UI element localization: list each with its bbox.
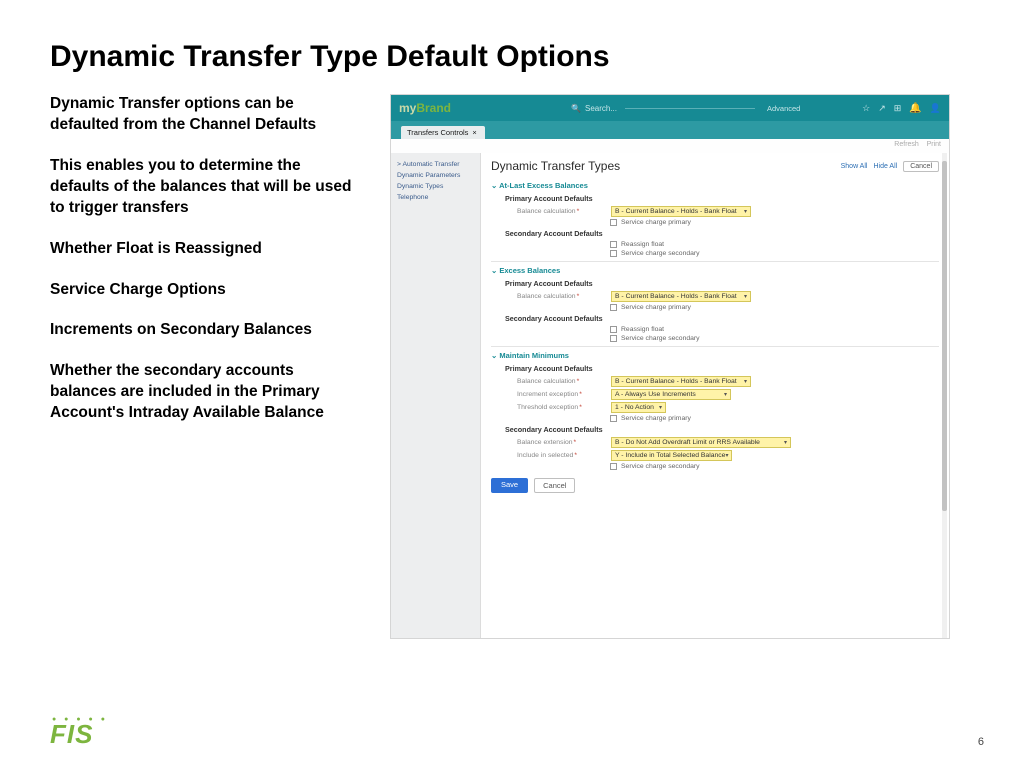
threshold-exception-select[interactable]: 1 - No Action▾	[611, 402, 666, 413]
search-box[interactable]: 🔍 Search...	[571, 104, 755, 113]
sidebar: > Automatic Transfer Dynamic Parameters …	[391, 153, 481, 638]
balance-calc-label: Balance calculation	[517, 293, 605, 300]
increment-exception-select[interactable]: A - Always Use Increments▾	[611, 389, 731, 400]
checkbox[interactable]	[610, 335, 617, 342]
cancel-button-top[interactable]: Cancel	[903, 161, 939, 172]
secondary-defaults-heading: Secondary Account Defaults	[505, 229, 939, 238]
bullet-column: Dynamic Transfer options can be defaulte…	[50, 94, 360, 639]
chevron-down-icon: ▾	[744, 378, 747, 385]
checkbox[interactable]	[610, 219, 617, 226]
show-all-link[interactable]: Show All	[841, 163, 868, 170]
balance-calc-select[interactable]: B - Current Balance - Holds - Bank Float…	[611, 376, 751, 387]
hide-all-link[interactable]: Hide All	[873, 163, 897, 170]
sidebar-item-telephone[interactable]: Telephone	[397, 192, 474, 203]
page-number: 6	[978, 736, 984, 748]
close-icon[interactable]: ×	[472, 128, 476, 137]
bullet-4: Service Charge Options	[50, 280, 360, 301]
tab-transfers-controls[interactable]: Transfers Controls ×	[401, 126, 485, 139]
advanced-link[interactable]: Advanced	[767, 104, 800, 113]
cancel-button[interactable]: Cancel	[534, 478, 575, 493]
checkbox[interactable]	[610, 326, 617, 333]
balance-calc-label: Balance calculation	[517, 208, 605, 215]
tab-bar: Transfers Controls ×	[391, 121, 949, 139]
bullet-2: This enables you to determine the defaul…	[50, 156, 360, 219]
topbar: myBrand 🔍 Search... Advanced ☆ ↗ ⊞ 🔔 👤	[391, 95, 949, 121]
sidebar-item-dynamic-types[interactable]: Dynamic Types	[397, 181, 474, 192]
star-icon[interactable]: ☆	[862, 103, 870, 114]
chevron-down-icon: ▾	[725, 452, 728, 459]
app-screenshot: myBrand 🔍 Search... Advanced ☆ ↗ ⊞ 🔔 👤	[390, 94, 950, 639]
main-panel: Dynamic Transfer Types Show All Hide All…	[481, 153, 949, 638]
page-title: Dynamic Transfer Type Default Options	[50, 40, 974, 74]
secondary-defaults-heading: Secondary Account Defaults	[505, 425, 939, 434]
balance-extension-select[interactable]: B - Do Not Add Overdraft Limit or RRS Av…	[611, 437, 791, 448]
checkbox[interactable]	[610, 463, 617, 470]
save-button[interactable]: Save	[491, 478, 528, 493]
meta-bar: Refresh Print	[391, 139, 949, 153]
scrollbar[interactable]	[942, 153, 947, 638]
balance-extension-label: Balance extension	[517, 439, 605, 446]
scrollbar-thumb[interactable]	[942, 161, 947, 511]
brand-logo: myBrand	[399, 101, 451, 115]
service-charge-secondary-label: Service charge secondary	[621, 335, 700, 342]
user-icon[interactable]: 👤	[930, 103, 941, 114]
threshold-exception-label: Threshold exception	[517, 404, 605, 411]
search-icon: 🔍	[571, 104, 581, 113]
bell-icon[interactable]: 🔔	[909, 103, 921, 114]
chevron-down-icon: ▾	[784, 439, 787, 446]
balance-calc-select[interactable]: B - Current Balance - Holds - Bank Float…	[611, 291, 751, 302]
section-at-last-excess[interactable]: ⌄ At-Last Excess Balances	[491, 181, 939, 190]
print-link[interactable]: Print	[927, 141, 941, 148]
refresh-link[interactable]: Refresh	[894, 141, 919, 148]
section-excess-balances[interactable]: ⌄ Excess Balances	[491, 261, 939, 275]
service-charge-secondary-label: Service charge secondary	[621, 463, 700, 470]
bullet-1: Dynamic Transfer options can be defaulte…	[50, 94, 360, 136]
bullet-3: Whether Float is Reassigned	[50, 239, 360, 260]
checkbox[interactable]	[610, 415, 617, 422]
sidebar-item-automatic-transfer[interactable]: > Automatic Transfer	[397, 159, 474, 170]
checkbox[interactable]	[610, 304, 617, 311]
chevron-down-icon: ▾	[744, 293, 747, 300]
grid-icon[interactable]: ⊞	[894, 103, 902, 114]
secondary-defaults-heading: Secondary Account Defaults	[505, 314, 939, 323]
service-charge-primary-label: Service charge primary	[621, 415, 691, 422]
search-placeholder: Search...	[585, 104, 617, 113]
panel-title: Dynamic Transfer Types	[491, 159, 620, 173]
service-charge-primary-label: Service charge primary	[621, 304, 691, 311]
primary-defaults-heading: Primary Account Defaults	[505, 279, 939, 288]
primary-defaults-heading: Primary Account Defaults	[505, 194, 939, 203]
topbar-icons: ☆ ↗ ⊞ 🔔 👤	[862, 103, 941, 114]
chevron-down-icon: ▾	[744, 208, 747, 215]
increment-exception-label: Increment exception	[517, 391, 605, 398]
balance-calc-select[interactable]: B - Current Balance - Holds - Bank Float…	[611, 206, 751, 217]
wrench-icon[interactable]: ↗	[878, 103, 886, 114]
reassign-float-label: Reassign float	[621, 241, 664, 248]
checkbox[interactable]	[610, 241, 617, 248]
section-maintain-minimums[interactable]: ⌄ Maintain Minimums	[491, 346, 939, 360]
reassign-float-label: Reassign float	[621, 326, 664, 333]
bullet-6: Whether the secondary accounts balances …	[50, 361, 360, 424]
checkbox[interactable]	[610, 250, 617, 257]
chevron-down-icon: ▾	[724, 391, 727, 398]
fis-logo: ● ● ● ● ● FIS	[50, 716, 108, 750]
chevron-down-icon: ▾	[659, 404, 662, 411]
include-selected-label: Include in selected	[517, 452, 605, 459]
include-selected-select[interactable]: Y - Include in Total Selected Balance▾	[611, 450, 732, 461]
service-charge-secondary-label: Service charge secondary	[621, 250, 700, 257]
service-charge-primary-label: Service charge primary	[621, 219, 691, 226]
bullet-5: Increments on Secondary Balances	[50, 320, 360, 341]
primary-defaults-heading: Primary Account Defaults	[505, 364, 939, 373]
balance-calc-label: Balance calculation	[517, 378, 605, 385]
sidebar-item-dynamic-parameters[interactable]: Dynamic Parameters	[397, 170, 474, 181]
